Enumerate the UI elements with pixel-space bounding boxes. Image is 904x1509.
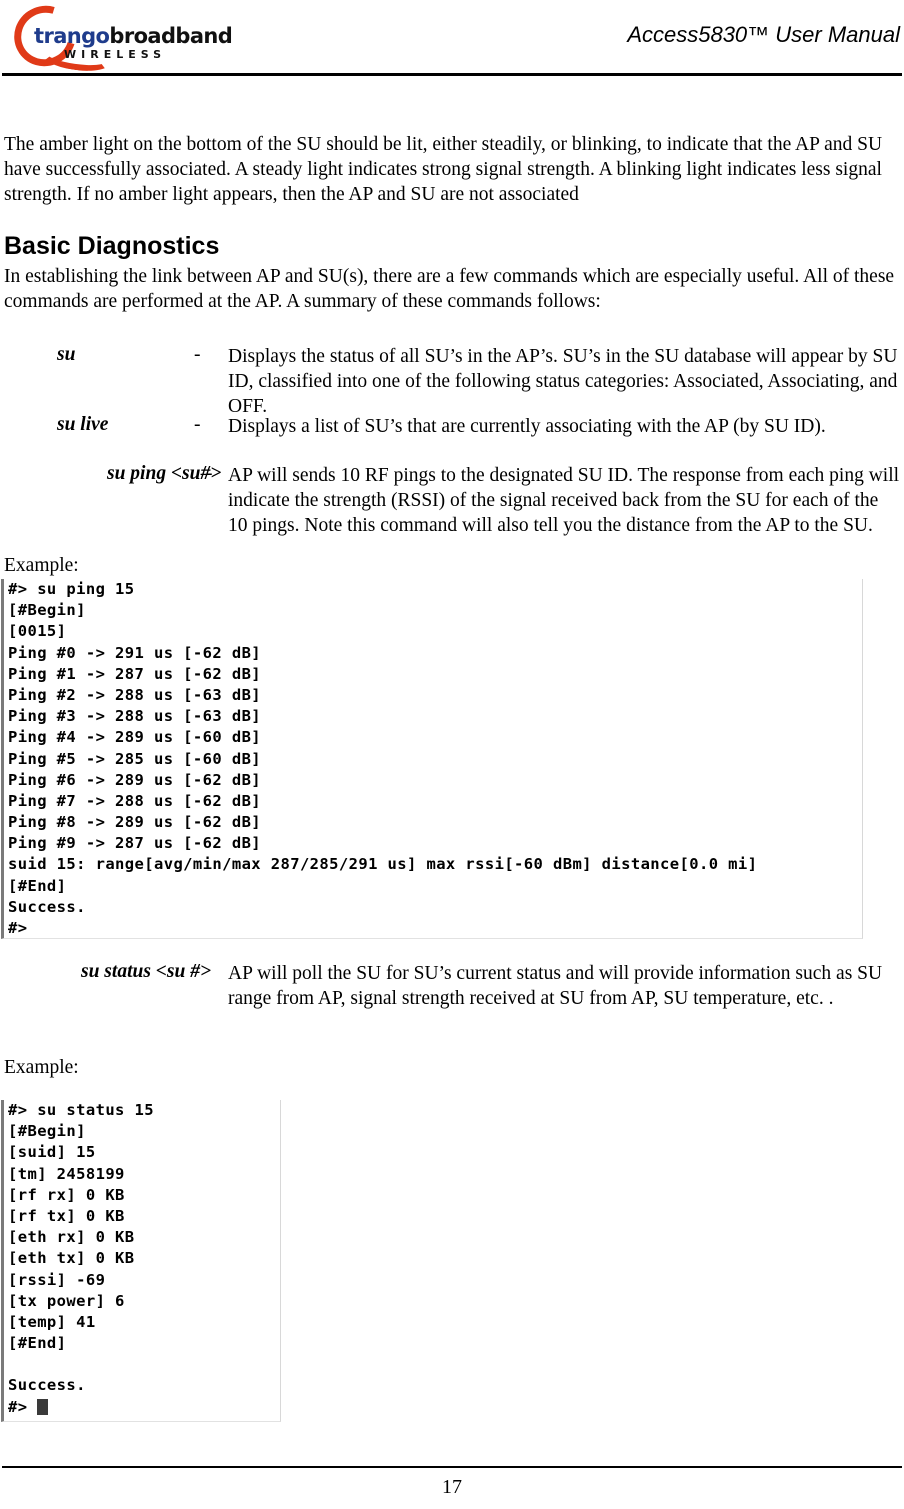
footer-divider — [2, 1466, 902, 1468]
section-heading-basic-diagnostics: Basic Diagnostics — [4, 232, 220, 260]
terminal-line: [rf rx] 0 KB — [8, 1185, 125, 1204]
command-dash-su-ping: - — [206, 463, 213, 484]
logo-wordmark: trangobroadband — [34, 24, 233, 48]
terminal-line: #> su ping 15 — [8, 580, 135, 598]
logo-word-broadband: broadband — [109, 24, 233, 48]
terminal-line: Ping #0 -> 291 us [-62 dB] — [8, 643, 262, 662]
terminal-output-su-status: #> su status 15 [#Begin] [suid] 15 [tm] 245… — [1, 1100, 281, 1422]
terminal-line: Ping #5 -> 285 us [-60 dB] — [8, 749, 262, 768]
page-number: 17 — [442, 1476, 462, 1498]
command-dash-su: - — [194, 344, 201, 365]
intro-paragraph: The amber light on the bottom of the SU … — [4, 134, 883, 205]
page-header: trangobroadband WIRELESS Access5830™ Use… — [0, 0, 904, 78]
terminal-line: [tx power] 6 — [8, 1291, 125, 1310]
terminal-line: Ping #1 -> 287 us [-62 dB] — [8, 664, 262, 683]
terminal-line: suid 15: range[avg/min/max 287/285/291 u… — [8, 855, 758, 874]
terminal-line: Ping #7 -> 288 us [-62 dB] — [8, 791, 262, 810]
terminal-line: Success. — [8, 897, 86, 916]
terminal-line: [#End] — [8, 876, 67, 895]
header-divider — [2, 73, 902, 76]
terminal-cursor — [37, 1398, 49, 1415]
terminal-line: [eth rx] 0 KB — [8, 1228, 135, 1247]
command-description-su-live: Displays a list of SU’s that are current… — [228, 416, 826, 437]
terminal-line: Ping #4 -> 289 us [-60 dB] — [8, 728, 262, 747]
terminal-line: Ping #6 -> 289 us [-62 dB] — [8, 770, 262, 789]
trango-logo: trangobroadband WIRELESS — [3, 0, 238, 78]
terminal-line: [rf tx] 0 KB — [8, 1206, 125, 1225]
terminal-line: Success. — [8, 1376, 86, 1395]
logo-word-trango: trango — [34, 24, 110, 48]
terminal-line: Ping #3 -> 288 us [-63 dB] — [8, 707, 262, 726]
command-dash-su-live: - — [194, 414, 201, 435]
terminal-line: [temp] 41 — [8, 1312, 96, 1331]
terminal-line: [#End] — [8, 1334, 67, 1353]
command-description-su-ping: AP will sends 10 RF pings to the designa… — [228, 465, 900, 536]
terminal-line: [#Begin] — [8, 601, 86, 620]
document-page: trangobroadband WIRELESS Access5830™ Use… — [0, 0, 904, 1509]
section-paragraph: In establishing the link between AP and … — [4, 266, 895, 312]
command-name-su-status: su status <su #> — [81, 961, 212, 982]
example-label-status: Example: — [4, 1057, 79, 1078]
command-name-su: su — [57, 344, 76, 365]
command-description-su-status: AP will poll the SU for SU’s current sta… — [228, 963, 883, 1009]
terminal-line: [tm] 2458199 — [8, 1164, 125, 1183]
terminal-line: #> su status 15 — [8, 1101, 154, 1119]
terminal-line: [rssi] -69 — [8, 1270, 106, 1289]
manual-title: Access5830™ User Manual — [627, 22, 900, 47]
command-name-su-ping: su ping <su#> — [107, 463, 222, 484]
example-label-ping: Example: — [4, 555, 79, 576]
logo-tagline: WIRELESS — [64, 48, 167, 61]
terminal-line: Ping #9 -> 287 us [-62 dB] — [8, 834, 262, 853]
terminal-output-su-ping: #> su ping 15 [#Begin] [0015] Ping #0 -> 29… — [1, 579, 863, 939]
terminal-line: [#Begin] — [8, 1122, 86, 1141]
terminal-line: Ping #2 -> 288 us [-63 dB] — [8, 685, 262, 704]
command-name-su-live: su live — [57, 414, 109, 435]
terminal-line: [0015] — [8, 622, 67, 641]
terminal-line: #> — [8, 1397, 280, 1418]
terminal-line: [suid] 15 — [8, 1143, 96, 1162]
command-description-su: Displays the status of all SU’s in the A… — [228, 346, 898, 417]
terminal-line: Ping #8 -> 289 us [-62 dB] — [8, 813, 262, 832]
terminal-line: #> — [8, 919, 28, 937]
terminal-line: [eth tx] 0 KB — [8, 1249, 135, 1268]
